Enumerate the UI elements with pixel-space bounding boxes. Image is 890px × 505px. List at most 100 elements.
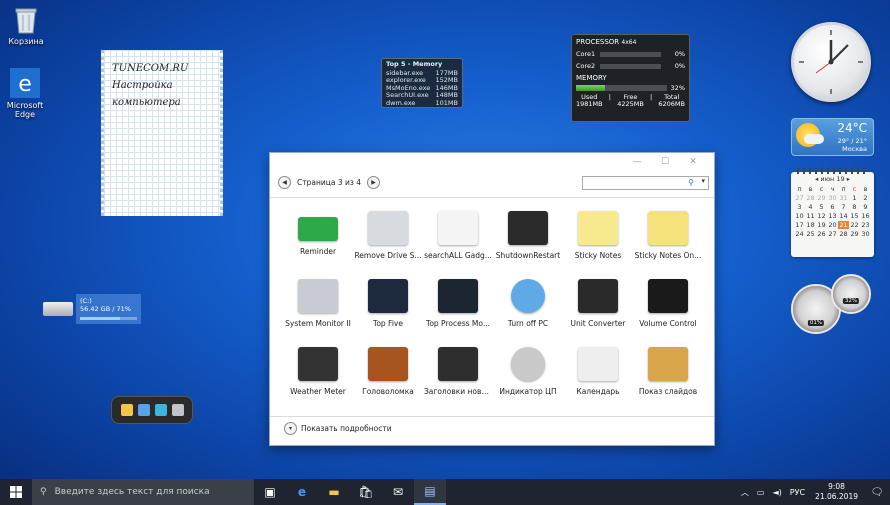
gadget-tile[interactable]: Top Five (353, 271, 423, 339)
calendar-gadget[interactable]: ◂ июн 19 ▸ п в с ч п с в 27 28 29 30 31 1 2 3 4 5 6 7 8 9 10 1… (791, 168, 874, 257)
calendar-day[interactable]: 11 (805, 212, 816, 220)
notification-icon[interactable]: 🗨 (864, 487, 890, 498)
processor-gadget[interactable]: PROCESSOR 4x64 Core1 0% Core2 0% MEMORY 32… (571, 34, 690, 122)
taskbar-store[interactable]: 🛍 (350, 479, 382, 505)
gadget-tile-label: Sticky Notes (574, 251, 622, 260)
search-dropdown-icon[interactable]: ▾ (701, 177, 705, 185)
calendar-day[interactable]: 2 (860, 194, 871, 202)
memory-gauge[interactable]: 32% (831, 274, 871, 314)
language-indicator[interactable]: РУС (790, 488, 805, 497)
calendar-day[interactable]: 29 (849, 230, 860, 238)
close-button[interactable]: ✕ (678, 155, 708, 169)
gadget-tile[interactable]: Turn off PC (493, 271, 563, 339)
taskbar-search-input[interactable]: ⚲ Введите здесь текст для поиска (32, 479, 254, 505)
gadget-tile[interactable]: Sticky Notes On... (633, 203, 703, 271)
calendar-day[interactable]: 18 (805, 221, 816, 229)
calendar-day[interactable]: 16 (860, 212, 871, 220)
next-page-button[interactable]: ▶ (367, 176, 380, 189)
weather-gadget[interactable]: 24°C 29° / 21° Москва (791, 118, 874, 156)
calendar-day[interactable]: 22 (849, 221, 860, 229)
processor-title: PROCESSOR 4x64 (576, 38, 637, 46)
gadget-tile[interactable]: Reminder (283, 203, 353, 271)
calendar-day[interactable]: 3 (794, 203, 805, 211)
start-button[interactable] (0, 479, 32, 505)
volume-icon[interactable]: ◄) (772, 488, 781, 497)
calendar-day[interactable]: 20 (827, 221, 838, 229)
maximize-button[interactable]: ☐ (650, 155, 680, 169)
calendar-day[interactable]: 13 (827, 212, 838, 220)
drive-size: 56.42 GB / 71% (80, 305, 131, 313)
calendar-day[interactable]: 9 (860, 203, 871, 211)
calendar-day[interactable]: 10 (794, 212, 805, 220)
taskbar-gadgets[interactable]: ▤ (414, 479, 446, 505)
gadget-tile[interactable]: Top Process Mo... (423, 271, 493, 339)
recycle-bin-desktop-icon[interactable]: Корзина (2, 4, 50, 46)
cloud-icon (804, 134, 824, 144)
calendar-day[interactable]: 7 (838, 203, 849, 211)
gadget-tile-label: Sticky Notes On... (634, 251, 702, 260)
edge-desktop-icon[interactable]: e Microsoft Edge (1, 68, 49, 119)
calendar-day[interactable]: 6 (827, 203, 838, 211)
calendar-day[interactable]: 30 (827, 194, 838, 202)
calendar-day[interactable]: 5 (816, 203, 827, 211)
calendar-day[interactable]: 27 (794, 194, 805, 202)
calendar-day[interactable]: 8 (849, 203, 860, 211)
gadget-tile[interactable]: Remove Drive S... (353, 203, 423, 271)
calendar-day[interactable]: 25 (805, 230, 816, 238)
gadget-tile[interactable]: Показ слайдов (633, 339, 703, 407)
calendar-day[interactable]: 12 (816, 212, 827, 220)
prev-page-button[interactable]: ◀ (278, 176, 291, 189)
calendar-day[interactable]: 1 (849, 194, 860, 202)
gadget-tile[interactable]: System Monitor II (283, 271, 353, 339)
calendar-day[interactable]: 4 (805, 203, 816, 211)
note-gadget[interactable]: TUNECOM.RU Настройка компьютера (101, 50, 223, 216)
computer-icon[interactable] (137, 404, 150, 416)
network-icon[interactable]: ▭ (757, 488, 765, 497)
calendar-day[interactable]: 29 (816, 194, 827, 202)
task-view-button[interactable]: ▣ (254, 479, 286, 505)
volume-control-icon (648, 279, 688, 313)
calendar-day[interactable]: 23 (860, 221, 871, 229)
folder-icon[interactable] (120, 404, 133, 416)
calendar-day[interactable]: 15 (849, 212, 860, 220)
quick-launch-gadget[interactable] (111, 396, 193, 424)
gadget-tile[interactable]: Unit Converter (563, 271, 633, 339)
calendar-day[interactable]: 28 (838, 230, 849, 238)
search-icon[interactable]: ⚲ (688, 178, 694, 187)
taskbar-explorer[interactable]: ▬ (318, 479, 350, 505)
gadget-tile[interactable]: Головоломка (353, 339, 423, 407)
gadget-tile[interactable]: Индикатор ЦП (493, 339, 563, 407)
calendar-weekday: п (797, 185, 802, 193)
taskbar-mail[interactable]: ✉ (382, 479, 414, 505)
calendar-day[interactable]: 19 (816, 221, 827, 229)
top5-memory-gadget[interactable]: Top 5 - Memory sidebar.exe 177MB explorer… (381, 58, 463, 108)
gadget-search-input[interactable]: ⚲ ▾ (582, 176, 709, 190)
taskbar-clock[interactable]: 9:08 21.06.2019 (815, 482, 858, 502)
gadget-tile[interactable]: Заголовки новостей (423, 339, 493, 407)
gadget-tile[interactable]: Sticky Notes (563, 203, 633, 271)
calendar-day[interactable]: 30 (860, 230, 871, 238)
calendar-day[interactable]: 31 (838, 194, 849, 202)
calendar-day[interactable]: 14 (838, 212, 849, 220)
taskbar-edge[interactable]: e (286, 479, 318, 505)
calendar-day[interactable]: 26 (816, 230, 827, 238)
network-icon[interactable] (154, 404, 167, 416)
clock-gadget[interactable] (791, 22, 871, 102)
taskbar-time: 9:08 (828, 482, 845, 491)
calendar-day[interactable]: 17 (794, 221, 805, 229)
gadget-tile[interactable]: ShutdownRestart (493, 203, 563, 271)
calendar-day[interactable]: 28 (805, 194, 816, 202)
gadget-tile[interactable]: Weather Meter (283, 339, 353, 407)
minimize-button[interactable]: — (622, 155, 652, 169)
gadget-tile[interactable]: Volume Control (633, 271, 703, 339)
gadgets-icon: ▤ (424, 484, 436, 498)
calendar-day[interactable]: 27 (827, 230, 838, 238)
gadget-tile[interactable]: searchALL Gadg... (423, 203, 493, 271)
drive-gadget[interactable]: (C:) 56.42 GB / 71% (43, 294, 141, 324)
trash-icon[interactable] (171, 404, 184, 416)
calendar-day[interactable]: 21 (838, 221, 849, 229)
gadget-tile[interactable]: Календарь (563, 339, 633, 407)
chevron-up-icon[interactable]: ︿ (741, 487, 749, 498)
show-details-button[interactable]: ▾ Показать подробности (284, 422, 392, 435)
calendar-day[interactable]: 24 (794, 230, 805, 238)
